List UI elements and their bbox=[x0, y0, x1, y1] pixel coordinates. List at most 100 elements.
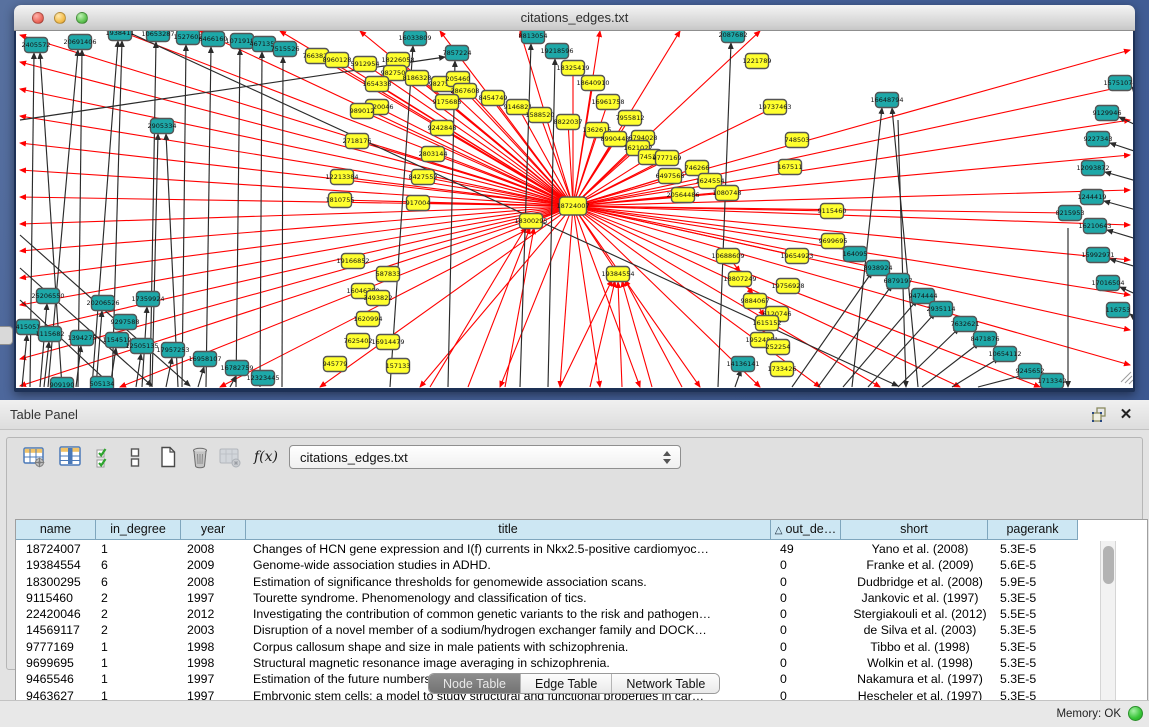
graph-node[interactable]: 8960128 bbox=[323, 53, 352, 68]
graph-node[interactable]: 20691406 bbox=[63, 35, 96, 50]
table-source-dropdown[interactable]: citations_edges.txt bbox=[289, 445, 681, 469]
graph-node[interactable]: 12505135 bbox=[125, 339, 158, 354]
graph-edge[interactable] bbox=[430, 227, 526, 387]
graph-edge[interactable] bbox=[136, 354, 141, 387]
graph-node[interactable]: 909190 bbox=[50, 378, 75, 389]
graph-node[interactable]: 15992971 bbox=[1081, 248, 1114, 263]
graph-edge[interactable] bbox=[20, 300, 112, 386]
graph-edge[interactable] bbox=[166, 358, 172, 387]
graph-edge[interactable] bbox=[20, 206, 573, 332]
graph-node[interactable]: 1615152 bbox=[753, 316, 782, 331]
column-header-in_degree[interactable]: in_degree bbox=[96, 520, 181, 540]
graph-edge[interactable] bbox=[357, 141, 573, 206]
graph-node[interactable]: 5912954 bbox=[351, 57, 380, 72]
graph-node[interactable]: 16961758 bbox=[591, 95, 624, 110]
graph-node[interactable]: 16914479 bbox=[371, 335, 404, 350]
graph-edge[interactable] bbox=[573, 85, 1130, 206]
graph-edge[interactable] bbox=[1110, 143, 1133, 153]
graph-node[interactable]: 1588520 bbox=[526, 108, 555, 123]
graph-node[interactable]: 167511 bbox=[778, 160, 803, 175]
graph-node[interactable]: 1654338 bbox=[363, 77, 392, 92]
graph-node[interactable]: 10653287 bbox=[141, 31, 174, 42]
graph-node[interactable]: 16648794 bbox=[870, 93, 903, 108]
table-row[interactable]: 1456911722003Disruption of a novel membe… bbox=[16, 622, 1147, 638]
graph-node[interactable]: 8471876 bbox=[971, 332, 1000, 347]
graph-node[interactable]: 9297588 bbox=[111, 315, 140, 330]
row-height-icon[interactable] bbox=[120, 442, 150, 472]
graph-node[interactable]: 12213384 bbox=[325, 170, 358, 185]
graph-edge[interactable] bbox=[573, 83, 593, 206]
graph-node[interactable]: 505134 bbox=[90, 377, 115, 389]
tab-edge-table[interactable]: Edge Table bbox=[521, 674, 612, 693]
column-header-short[interactable]: short bbox=[841, 520, 988, 540]
memory-ok-led-icon[interactable] bbox=[1128, 706, 1143, 721]
new-column-icon[interactable] bbox=[153, 442, 183, 472]
graph-node[interactable]: 2405572 bbox=[22, 38, 51, 53]
close-panel-icon[interactable]: ✕ bbox=[1117, 406, 1135, 424]
graph-node[interactable]: 20564486 bbox=[666, 188, 699, 203]
graph-node[interactable]: 1713342 bbox=[1038, 374, 1067, 389]
graph-node[interactable]: 6497568 bbox=[656, 169, 685, 184]
graph-edge[interactable] bbox=[735, 370, 741, 387]
graph-edge[interactable] bbox=[30, 53, 34, 387]
graph-node[interactable]: 7515526 bbox=[271, 42, 300, 57]
graph-edge[interactable] bbox=[260, 52, 262, 387]
graph-node[interactable]: 8822037 bbox=[554, 115, 583, 130]
graph-node[interactable]: 9227343 bbox=[1084, 132, 1113, 147]
tab-network-table[interactable]: Network Table bbox=[612, 674, 719, 693]
graph-node[interactable]: 17359924 bbox=[131, 292, 164, 307]
graph-edge[interactable] bbox=[573, 206, 833, 241]
tab-node-table[interactable]: Node Table bbox=[429, 674, 521, 693]
delete-table-icon[interactable] bbox=[215, 442, 245, 472]
graph-node[interactable]: 2905334 bbox=[148, 119, 177, 134]
graph-node[interactable]: 9175685 bbox=[433, 95, 462, 110]
graph-node[interactable]: 1810755 bbox=[326, 193, 355, 208]
graph-node[interactable]: 945779 bbox=[323, 357, 348, 372]
graph-node[interactable]: 3493822 bbox=[364, 291, 393, 306]
graph-edge[interactable] bbox=[618, 282, 622, 387]
graph-node[interactable]: 7955812 bbox=[616, 111, 645, 126]
graph-edge[interactable] bbox=[1132, 87, 1133, 97]
graph-node[interactable]: 14136141 bbox=[726, 357, 759, 372]
graph-node[interactable]: 19384554 bbox=[601, 267, 634, 282]
graph-node[interactable]: 6466160 bbox=[199, 32, 228, 47]
graph-node[interactable]: 989012 bbox=[350, 104, 375, 119]
graph-node[interactable]: 9884067 bbox=[741, 294, 770, 309]
sidebar-collapse-handle[interactable] bbox=[0, 326, 13, 345]
graph-node[interactable]: 9115460 bbox=[818, 204, 847, 219]
graph-node[interactable]: 17016504 bbox=[1091, 276, 1124, 291]
graph-node[interactable]: 2087682 bbox=[719, 31, 748, 43]
graph-edge[interactable] bbox=[20, 116, 573, 206]
graph-node[interactable]: 2935114 bbox=[927, 302, 956, 317]
graph-node[interactable]: 10688609 bbox=[711, 249, 744, 264]
graph-node[interactable]: 164095 bbox=[843, 247, 868, 262]
graph-node[interactable]: 1221789 bbox=[743, 54, 772, 69]
graph-edge[interactable] bbox=[718, 43, 731, 387]
graph-node[interactable]: 9777169 bbox=[653, 151, 682, 166]
graph-node[interactable]: 1115682 bbox=[36, 327, 65, 342]
graph-edge[interactable] bbox=[282, 57, 283, 387]
table-row[interactable]: 1938455462009Genome-wide association stu… bbox=[16, 557, 1147, 573]
graph-node[interactable]: 252254 bbox=[766, 340, 791, 355]
graph-node[interactable]: 7857224 bbox=[443, 46, 472, 61]
graph-node[interactable]: 17957253 bbox=[156, 343, 189, 358]
function-builder-icon[interactable]: f(x) bbox=[251, 442, 281, 472]
graph-edge[interactable] bbox=[1119, 117, 1133, 127]
graph-edge[interactable] bbox=[1105, 172, 1133, 182]
column-header-name[interactable]: name bbox=[16, 520, 96, 540]
graph-node[interactable]: 748503 bbox=[785, 133, 810, 148]
graph-node[interactable]: 18300295 bbox=[514, 214, 547, 229]
graph-node[interactable]: 19654923 bbox=[780, 249, 813, 264]
graph-node[interactable]: 18807249 bbox=[723, 272, 756, 287]
graph-node[interactable]: 2718176 bbox=[343, 134, 372, 149]
column-visibility-icon[interactable] bbox=[55, 442, 85, 472]
graph-edge[interactable] bbox=[20, 62, 573, 206]
network-window-titlebar[interactable]: citations_edges.txt bbox=[14, 5, 1135, 31]
graph-node[interactable]: 7632621 bbox=[951, 317, 980, 332]
graph-node[interactable]: 917004 bbox=[406, 196, 431, 211]
graph-node[interactable]: 116753 bbox=[1106, 303, 1131, 318]
graph-node[interactable]: 1080748 bbox=[713, 186, 742, 201]
graph-node[interactable]: 12323445 bbox=[246, 371, 279, 386]
graph-node[interactable]: 157133 bbox=[386, 359, 411, 374]
table-row[interactable]: 969969511998Structural magnetic resonanc… bbox=[16, 655, 1147, 671]
